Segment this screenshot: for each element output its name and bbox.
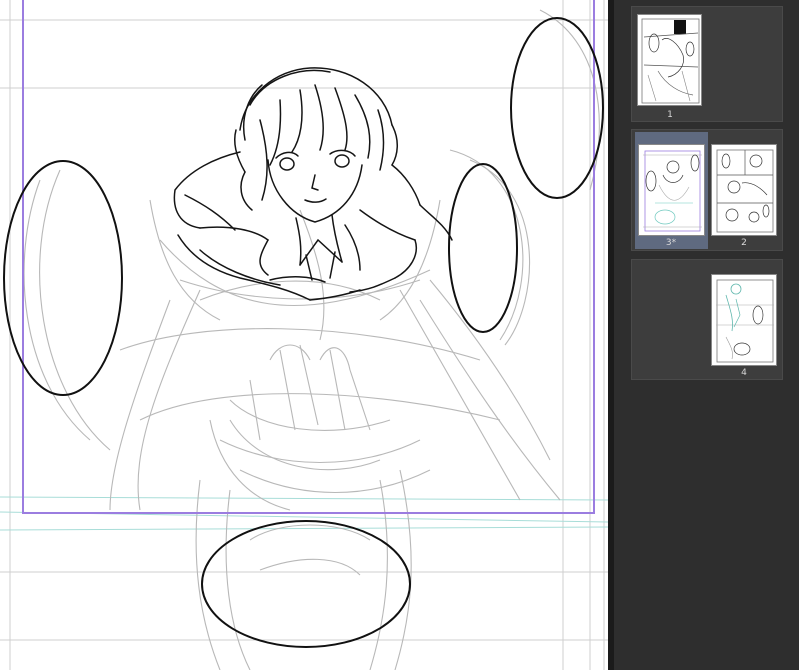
page-number-2: 2 bbox=[741, 238, 747, 248]
page-thumbnail-1[interactable] bbox=[637, 14, 702, 106]
page-number-1: 1 bbox=[667, 110, 673, 120]
spread-1: 1 bbox=[631, 6, 783, 122]
page-4-preview bbox=[716, 279, 774, 363]
rough-sketch bbox=[23, 9, 600, 670]
page-thumbnail-2[interactable] bbox=[711, 144, 777, 236]
page-manager-panel: 1 3* 2 4 bbox=[614, 0, 799, 670]
balloon-right bbox=[448, 163, 518, 333]
character-lineart bbox=[173, 67, 453, 301]
page-number-4: 4 bbox=[741, 368, 747, 378]
balloon-left bbox=[3, 160, 123, 396]
spread-3: 4 bbox=[631, 259, 783, 380]
balloon-bottom bbox=[201, 520, 411, 648]
manga-sketch-canvas[interactable] bbox=[0, 0, 608, 670]
page-thumbnail-4[interactable] bbox=[711, 274, 777, 366]
page-3-preview bbox=[643, 150, 702, 232]
page-1-preview bbox=[641, 18, 700, 104]
panel-frame[interactable] bbox=[22, 0, 595, 514]
spread-2: 3* 2 bbox=[631, 129, 783, 251]
page-thumbnail-3[interactable] bbox=[638, 144, 705, 236]
balloon-top-right bbox=[510, 17, 604, 199]
page-number-3: 3* bbox=[665, 238, 677, 248]
page-2-preview bbox=[716, 149, 774, 233]
canvas-area[interactable] bbox=[0, 0, 608, 670]
guide-lines bbox=[0, 0, 608, 670]
